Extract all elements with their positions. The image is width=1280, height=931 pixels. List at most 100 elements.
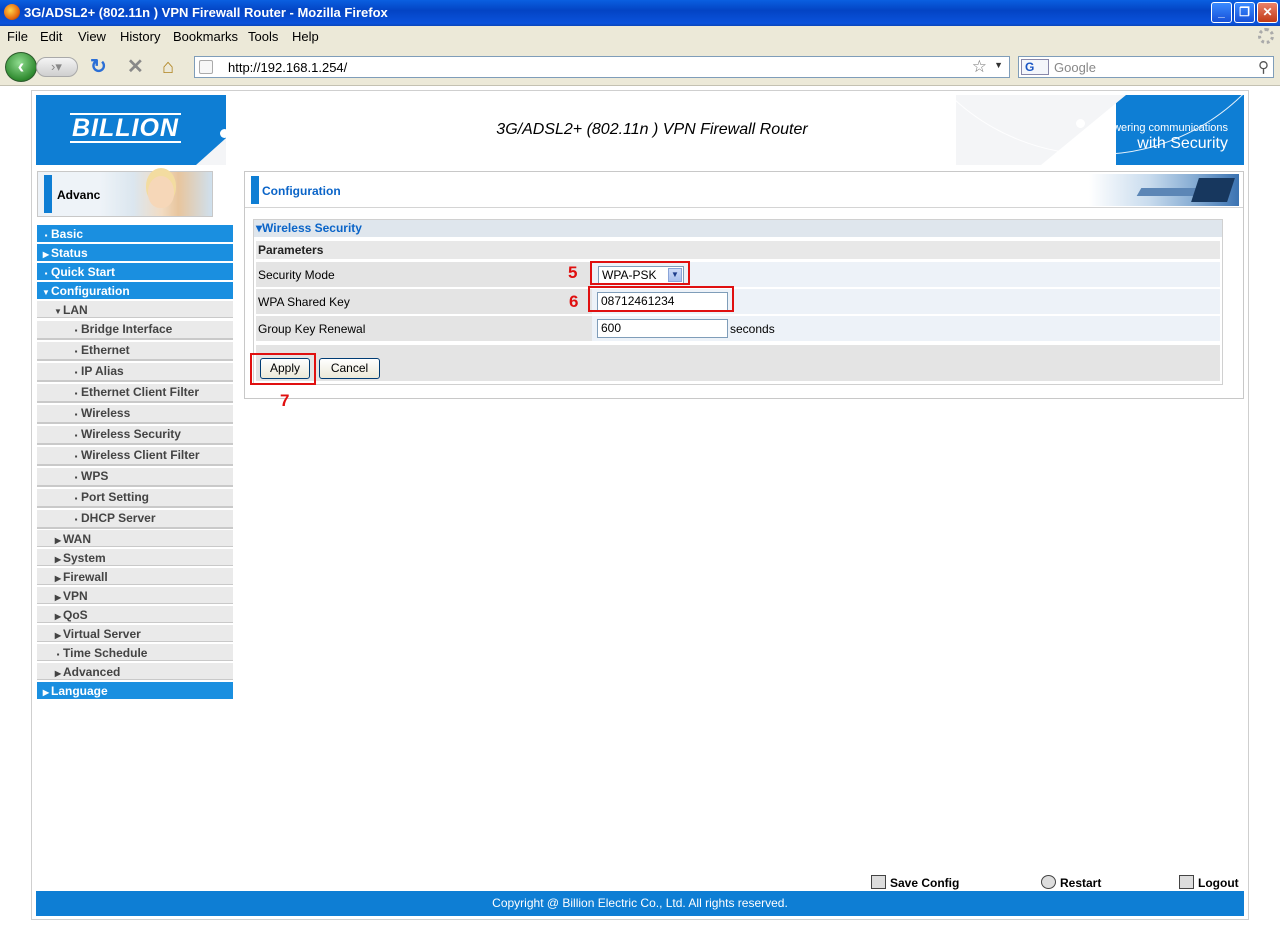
sidebar-item-quick-start[interactable]: ▪ Quick Start bbox=[37, 262, 233, 280]
callout-number-apply: 7 bbox=[280, 391, 290, 410]
firefox-icon bbox=[4, 4, 20, 20]
search-engine-icon[interactable]: G bbox=[1021, 59, 1049, 75]
sidebar-item-label: LAN bbox=[63, 303, 88, 317]
window-titlebar: 3G/ADSL2+ (802.11n ) VPN Firewall Router… bbox=[0, 0, 1280, 26]
group-key-input[interactable]: 600 bbox=[597, 319, 728, 338]
search-bar[interactable]: G Google ⚲ bbox=[1018, 56, 1274, 78]
wpa-key-label: WPA Shared Key bbox=[256, 289, 592, 315]
sidebar-item-configuration[interactable]: ▼Configuration bbox=[37, 281, 233, 299]
bullet-icon: ▪ bbox=[74, 347, 78, 356]
menu-edit[interactable]: Edit bbox=[40, 29, 62, 44]
office-monitor bbox=[1191, 178, 1235, 202]
bullet-icon: ▪ bbox=[74, 452, 78, 461]
config-title: Configuration bbox=[262, 184, 341, 198]
sidebar-item-qos[interactable]: ▶ QoS bbox=[37, 605, 233, 623]
sidebar-item-bridge-interface[interactable]: ▪ Bridge Interface bbox=[37, 319, 233, 340]
sidebar-item-advanced[interactable]: ▶ Advanced bbox=[37, 662, 233, 680]
sidebar-item-label: Advanced bbox=[63, 665, 121, 679]
tagline: Powering communications with Security bbox=[1099, 121, 1228, 152]
menu-help[interactable]: Help bbox=[292, 29, 319, 44]
sidebar-item-ethernet-client-filter[interactable]: ▪ Ethernet Client Filter bbox=[37, 382, 233, 403]
sidebar-item-language[interactable]: ▶ Language bbox=[37, 681, 233, 699]
site-identity-icon[interactable] bbox=[199, 60, 213, 74]
maximize-button[interactable]: ❐ bbox=[1234, 2, 1255, 23]
stop-icon[interactable]: ✕ bbox=[127, 56, 144, 78]
bookmark-star-icon[interactable]: ☆ bbox=[972, 57, 987, 77]
sidebar-item-wan[interactable]: ▶ WAN bbox=[37, 529, 233, 547]
tagline-top: Powering communications bbox=[1099, 122, 1228, 134]
back-button[interactable]: ‹ bbox=[5, 52, 37, 82]
sidebar-item-wireless-client-filter[interactable]: ▪ Wireless Client Filter bbox=[37, 445, 233, 466]
sidebar-item-basic[interactable]: ▪ Basic bbox=[37, 224, 233, 242]
sidebar-item-lan[interactable]: ▼LAN bbox=[37, 300, 233, 318]
sidebar-item-wireless[interactable]: ▪ Wireless bbox=[37, 403, 233, 424]
url-dropdown-icon[interactable]: ▼ bbox=[994, 60, 1003, 70]
logout-button[interactable]: Logout bbox=[1179, 875, 1239, 890]
sidebar-item-label: Wireless bbox=[81, 406, 131, 420]
menu-file[interactable]: File bbox=[7, 29, 28, 44]
menu-tools[interactable]: Tools bbox=[248, 29, 278, 44]
search-placeholder[interactable]: Google bbox=[1054, 60, 1096, 75]
sidebar-item-label: WPS bbox=[81, 469, 109, 483]
sidebar-item-wps[interactable]: ▪ WPS bbox=[37, 466, 233, 487]
sidebar-item-status[interactable]: ▶ Status bbox=[37, 243, 233, 261]
logout-label: Logout bbox=[1198, 876, 1239, 890]
group-key-cell: 600 seconds bbox=[592, 316, 1220, 342]
sidebar-item-time-schedule[interactable]: ▪ Time Schedule bbox=[37, 643, 233, 661]
sidebar-item-label: VPN bbox=[63, 589, 88, 603]
tagline-bottom: with Security bbox=[1137, 135, 1228, 152]
sidebar-item-label: Wireless Client Filter bbox=[81, 448, 200, 462]
collapsed-arrow-icon: ▶ bbox=[42, 688, 50, 697]
bullet-icon: ▪ bbox=[74, 410, 78, 419]
sidebar-item-label: DHCP Server bbox=[81, 511, 156, 525]
minimize-button[interactable]: _ bbox=[1211, 2, 1232, 23]
close-button[interactable]: ✕ bbox=[1257, 2, 1278, 23]
restart-label: Restart bbox=[1060, 876, 1102, 890]
menu-view[interactable]: View bbox=[78, 29, 106, 44]
sidebar-item-vpn[interactable]: ▶ VPN bbox=[37, 586, 233, 604]
callout-number-mode: 5 bbox=[568, 263, 578, 282]
sidebar-item-virtual-server[interactable]: ▶ Virtual Server bbox=[37, 624, 233, 642]
cancel-button[interactable]: Cancel bbox=[319, 358, 380, 379]
url-bar[interactable]: http://192.168.1.254/ ☆ ▼ bbox=[194, 56, 1010, 78]
sidebar-item-system[interactable]: ▶ System bbox=[37, 548, 233, 566]
search-icon[interactable]: ⚲ bbox=[1258, 58, 1269, 76]
sidebar-item-ethernet[interactable]: ▪ Ethernet bbox=[37, 340, 233, 361]
sidebar-item-label: Time Schedule bbox=[63, 646, 148, 660]
save-icon bbox=[871, 875, 886, 889]
sidebar-item-label: Bridge Interface bbox=[81, 322, 173, 336]
sidebar-item-wireless-security[interactable]: ▪ Wireless Security bbox=[37, 424, 233, 445]
logout-icon bbox=[1179, 875, 1194, 889]
sidebar-item-label: Status bbox=[51, 246, 88, 260]
bullet-icon: ▪ bbox=[74, 515, 78, 524]
office-desk bbox=[1136, 188, 1202, 196]
reload-icon[interactable]: ↻ bbox=[90, 56, 107, 78]
bullet-icon: ▪ bbox=[74, 431, 78, 440]
section-title[interactable]: ▾Wireless Security bbox=[254, 220, 1222, 237]
home-icon[interactable]: ⌂ bbox=[162, 56, 174, 78]
config-header-accent bbox=[251, 176, 259, 204]
sidebar-item-port-setting[interactable]: ▪ Port Setting bbox=[37, 487, 233, 508]
sidebar-item-label: Ethernet Client Filter bbox=[81, 385, 200, 399]
url-text[interactable]: http://192.168.1.254/ bbox=[228, 60, 347, 75]
sidebar-item-ip-alias[interactable]: ▪ IP Alias bbox=[37, 361, 233, 382]
throbber-icon bbox=[1258, 28, 1274, 44]
sidebar-item-label: Quick Start bbox=[51, 265, 116, 279]
sidebar-item-label: IP Alias bbox=[81, 364, 124, 378]
callout-number-key: 6 bbox=[569, 292, 579, 311]
bullet-icon: ▪ bbox=[74, 326, 78, 335]
group-key-row: Group Key Renewal 600 seconds bbox=[256, 316, 1220, 342]
restart-icon bbox=[1041, 875, 1056, 889]
forward-button[interactable]: ›▾ bbox=[36, 57, 78, 77]
sidebar-item-label: Ethernet bbox=[81, 343, 130, 357]
mode-box: Advanced bbox=[37, 171, 213, 217]
save-config-button[interactable]: Save Config bbox=[871, 875, 959, 890]
window-title: 3G/ADSL2+ (802.11n ) VPN Firewall Router… bbox=[24, 5, 388, 20]
sidebar-item-firewall[interactable]: ▶ Firewall bbox=[37, 567, 233, 585]
banner-title: 3G/ADSL2+ (802.11n ) VPN Firewall Router bbox=[496, 121, 808, 138]
menu-bookmarks[interactable]: Bookmarks bbox=[173, 29, 238, 44]
sidebar-item-dhcp-server[interactable]: ▪ DHCP Server bbox=[37, 508, 233, 529]
restart-button[interactable]: Restart bbox=[1041, 875, 1101, 890]
menu-history[interactable]: History bbox=[120, 29, 160, 44]
sidebar-item-label: Configuration bbox=[51, 284, 130, 298]
